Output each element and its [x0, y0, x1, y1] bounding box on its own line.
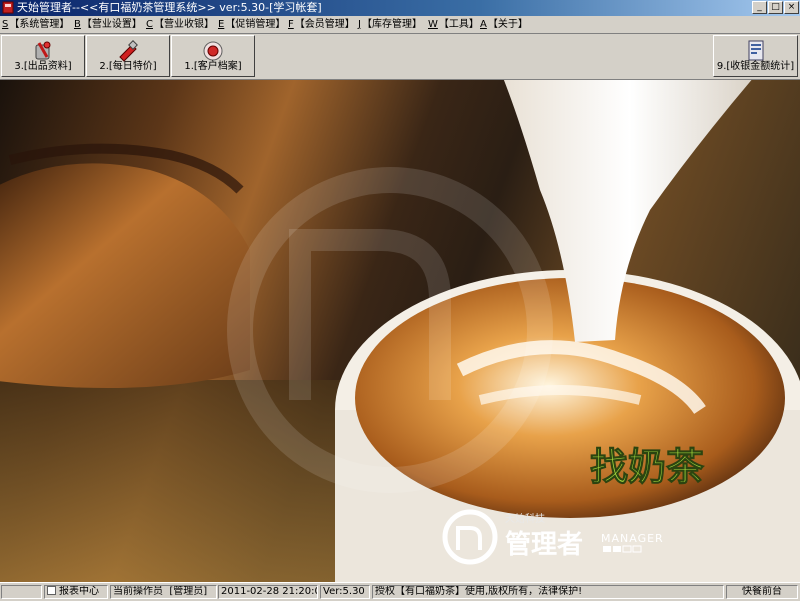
food-items-icon [35, 41, 51, 60]
app-icon [2, 1, 14, 14]
menu-label: 【关于】 [487, 19, 528, 30]
menu-bar: S【系统管理】 B【营业设置】 C【营业收银】 E【促销管理】 F【会员管理】 … [0, 16, 800, 34]
daily-special-icon [119, 40, 138, 62]
menu-hotkey: E [218, 19, 225, 30]
menu-label: 【系统管理】 [9, 19, 70, 30]
menu-hotkey: C [146, 19, 153, 30]
status-blank [1, 585, 42, 599]
menu-label: 【会员管理】 [294, 19, 355, 30]
customer-profile-icon [203, 41, 223, 61]
report-center-button[interactable]: 报表中心 [44, 585, 108, 599]
minimize-button[interactable]: _ [752, 1, 767, 14]
menu-label: 【工具】 [438, 19, 479, 30]
status-bar: 报表中心 当前操作员 [管理员] 2011-02-28 21:20:03 Ver… [0, 582, 800, 601]
menu-system[interactable]: S【系统管理】 [2, 18, 69, 31]
menu-hotkey: A [480, 19, 487, 30]
food-items-button[interactable]: 3.[出品资料] [1, 35, 85, 77]
splash-artwork: 找奶茶 天始科技 管理者 MANAGER [0, 80, 800, 582]
splash-background: 找奶茶 天始科技 管理者 MANAGER [0, 80, 800, 582]
menu-hotkey: B [74, 19, 81, 30]
status-version: Ver:5.30 [320, 585, 370, 599]
status-datetime: 2011-02-28 21:20:03 [218, 585, 318, 599]
menu-inventory[interactable]: J【库存管理】 [358, 18, 422, 31]
maximize-button[interactable]: □ [768, 1, 783, 14]
menu-hotkey: F [288, 19, 294, 30]
menu-promotion[interactable]: E【促销管理】 [218, 18, 285, 31]
menu-hotkey: S [2, 19, 9, 30]
food-items-label: 3.[出品资料] [14, 61, 72, 72]
menu-members[interactable]: F【会员管理】 [288, 18, 355, 31]
operator-value: [管理员] [169, 586, 208, 597]
operator-label: 当前操作员 [113, 586, 163, 597]
title-bar: 天始管理者--<<有口福奶茶管理系统>> ver:5.30-[学习帐套] _ □… [0, 0, 800, 16]
cashier-stats-button[interactable]: 9.[收银金额统计] [713, 35, 798, 77]
report-center-label: 报表中心 [59, 586, 99, 597]
window-title: 天始管理者--<<有口福奶茶管理系统>> ver:5.30-[学习帐套] [17, 1, 322, 14]
report-center-checkbox [47, 586, 56, 595]
menu-hotkey: W [428, 19, 438, 30]
daily-special-label: 2.[每日特价] [99, 61, 157, 72]
menu-label: 【营业收银】 [153, 19, 214, 30]
toolbar: 3.[出品资料] 2.[每日特价] 1.[客户档案] 9.[收银金额统计] [0, 34, 800, 80]
menu-label: 【营业设置】 [81, 19, 142, 30]
cashier-stats-label: 9.[收银金额统计] [716, 61, 795, 72]
menu-about[interactable]: A【关于】 [480, 18, 528, 31]
brand-company: 天始科技 [505, 512, 545, 525]
customer-profile-label: 1.[客户档案] [184, 61, 242, 72]
customer-profile-button[interactable]: 1.[客户档案] [171, 35, 255, 77]
quick-front-button[interactable]: 快餐前台 [726, 585, 798, 599]
operator-field: 当前操作员 [管理员] [110, 585, 217, 599]
brand-english: MANAGER [601, 532, 664, 545]
menu-hotkey: J [358, 19, 361, 30]
status-license: 授权【有口福奶茶】使用,版权所有，法律保护! [372, 585, 724, 599]
menu-label: 【促销管理】 [225, 19, 286, 30]
menu-cashier[interactable]: C【营业收银】 [146, 18, 214, 31]
cashier-stats-icon [748, 40, 763, 61]
menu-label: 【库存管理】 [361, 19, 422, 30]
menu-tools[interactable]: W【工具】 [428, 18, 479, 31]
menu-business-setup[interactable]: B【营业设置】 [74, 18, 142, 31]
daily-special-button[interactable]: 2.[每日特价] [86, 35, 170, 77]
brand-name: 管理者 [505, 530, 583, 560]
close-button[interactable]: × [784, 1, 799, 14]
splash-slogan: 找奶茶 [590, 445, 705, 489]
